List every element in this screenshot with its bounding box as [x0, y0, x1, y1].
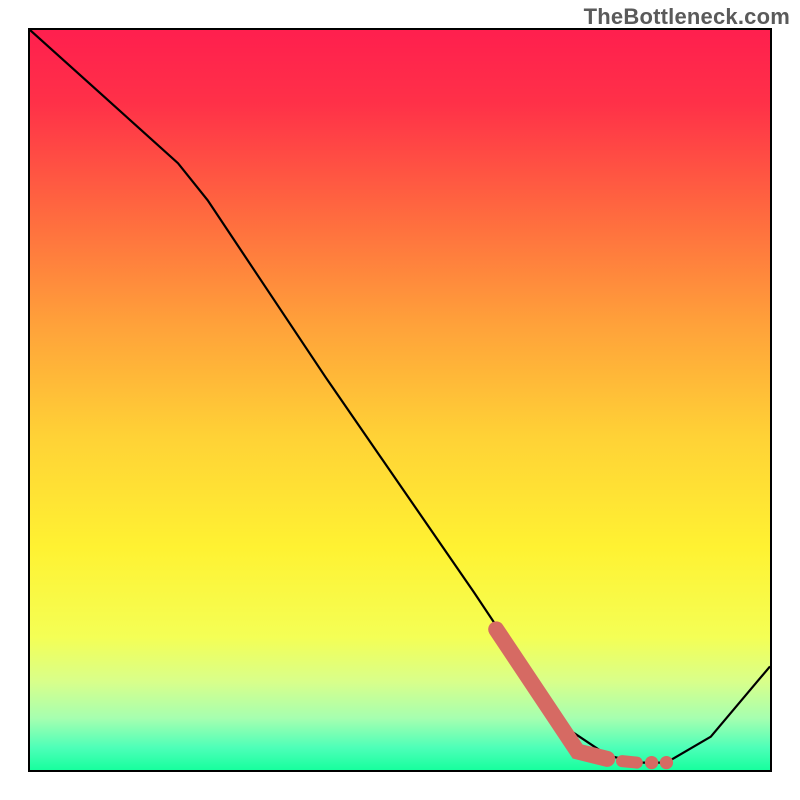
- chart-canvas: TheBottleneck.com: [0, 0, 800, 800]
- highlight-dots: [622, 756, 673, 769]
- data-overlay: [30, 30, 770, 770]
- watermark-label: TheBottleneck.com: [584, 4, 790, 30]
- curve-line: [30, 30, 770, 763]
- highlight-segment: [496, 629, 607, 759]
- plot-area: [28, 28, 772, 772]
